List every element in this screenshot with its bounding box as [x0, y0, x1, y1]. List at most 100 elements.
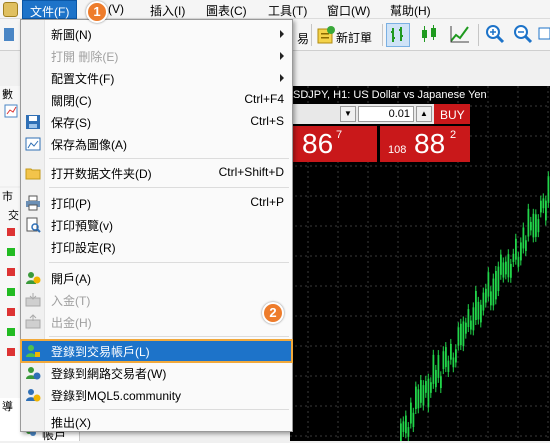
candle-body: [407, 427, 410, 437]
zoom-in-icon: [486, 25, 505, 44]
menu-charts[interactable]: 圖表(C): [206, 2, 247, 19]
candle-body: [500, 254, 502, 275]
web-trader-icon: [26, 367, 41, 380]
menu-item-login-web-trader[interactable]: 登錄到網路交易者(W): [21, 362, 292, 384]
zoom-in-button[interactable]: [484, 23, 506, 47]
open-account-icon: [26, 272, 41, 284]
menu-file[interactable]: 文件(F): [22, 0, 78, 19]
menu-item-close[interactable]: 關閉(C) Ctrl+F4: [21, 89, 292, 111]
menu-window[interactable]: 窗口(W): [327, 2, 370, 19]
menu-insert[interactable]: 插入(I): [150, 2, 185, 19]
menu-item-login-mql5[interactable]: 登錄到MQL5.community: [21, 384, 292, 406]
menu-item-label: 登錄到MQL5.community: [51, 389, 182, 403]
menu-item-open-deleted[interactable]: 打開 刪除(E): [21, 45, 292, 67]
menu-separator: [49, 409, 289, 410]
buy-price-prefix: 108: [388, 144, 407, 156]
candle-body: [410, 402, 412, 424]
menu-item-profiles[interactable]: 配置文件(F): [21, 67, 292, 89]
menu-item-save[interactable]: 保存(S) Ctrl+S: [21, 111, 292, 133]
menu-separator: [49, 158, 289, 159]
menu-item-print[interactable]: 打印(P) Ctrl+P: [21, 192, 292, 214]
menu-item-deposit[interactable]: 入金(T): [21, 289, 292, 311]
zoom-out-button[interactable]: [512, 23, 534, 47]
candle-body: [547, 176, 550, 203]
menu-item-label: 出金(H): [51, 316, 92, 330]
lot-increase-button[interactable]: ▲: [416, 106, 432, 122]
menu-bar: 文件(F) (V) 插入(I) 圖表(C) 工具(T) 窗口(W) 幫助(H): [0, 0, 550, 19]
candle-body: [437, 355, 440, 378]
candle-body: [530, 221, 532, 231]
new-order-button[interactable]: 新訂單: [316, 23, 378, 47]
new-order-icon: [317, 26, 335, 44]
menu-tools[interactable]: 工具(T): [268, 2, 307, 19]
menu-item-label: 打开数据文件夹(D): [51, 167, 152, 181]
menu-item-save-as-picture[interactable]: 保存為圖像(A): [21, 133, 292, 155]
menu-item-label: 登錄到網路交易者(W): [51, 367, 167, 381]
candle-body: [452, 357, 455, 368]
candle-body: [422, 385, 425, 406]
status-dot-icon: [7, 288, 15, 296]
menu-item-label: 推出(X): [51, 416, 91, 430]
menu-item-label: 打印預覽(v): [51, 219, 113, 233]
candle-body: [467, 309, 470, 328]
status-dot-icon: [7, 248, 15, 256]
menu-help[interactable]: 幫助(H): [390, 2, 431, 19]
mql5-community-icon: [26, 389, 41, 402]
file-menu-dropdown: 新圖(N) 打開 刪除(E) 配置文件(F) 關閉(C) Ctrl+F4 保存(…: [20, 19, 293, 432]
candle-body: [480, 304, 482, 323]
menu-item-label: 入金(T): [51, 294, 91, 308]
candle-body: [465, 322, 467, 334]
sell-price-box[interactable]: 86 7: [290, 126, 377, 162]
toolbar-separator: [478, 24, 479, 46]
bar-chart-icon: [391, 27, 403, 42]
status-dot-icon: [7, 348, 15, 356]
bar-chart-button[interactable]: [386, 23, 410, 47]
candle-body: [525, 240, 527, 252]
print-preview-icon: [26, 217, 41, 233]
candle-body: [417, 389, 420, 409]
menu-item-label: 保存為圖像(A): [51, 138, 127, 152]
candle-body: [527, 208, 530, 237]
candle-body: [435, 369, 437, 388]
app-icon[interactable]: [3, 2, 18, 17]
menu-item-shortcut: Ctrl+Shift+D: [218, 165, 284, 179]
candle-body: [412, 412, 415, 428]
candle-body: [427, 378, 430, 408]
tile-windows-button[interactable]: [538, 23, 550, 47]
menu-item-shortcut: Ctrl+S: [250, 114, 284, 128]
menu-separator: [49, 336, 289, 337]
menu-item-open-account[interactable]: 開戶(A): [21, 267, 292, 289]
candle-body: [517, 256, 520, 267]
menu-item-withdraw[interactable]: 出金(H): [21, 311, 292, 333]
candle-body: [492, 278, 495, 306]
toolbar-button-left[interactable]: [2, 23, 16, 47]
candle-body: [535, 214, 537, 237]
status-dot-icon: [7, 328, 15, 336]
menu-item-print-setup[interactable]: 打印設定(R): [21, 236, 292, 258]
menu-item-shortcut: Ctrl+F4: [244, 92, 284, 106]
lot-decrease-button[interactable]: ▼: [340, 106, 356, 122]
candle-body: [497, 266, 500, 292]
candlestick-button[interactable]: [418, 23, 442, 47]
save-picture-icon: [25, 137, 41, 151]
candle-body: [542, 198, 545, 209]
chart-icon: [4, 104, 18, 118]
menu-item-label: 打開 刪除(E): [51, 50, 119, 64]
floppy-disk-icon: [26, 115, 40, 129]
lot-size-input[interactable]: [358, 106, 414, 122]
tile-windows-icon: [538, 27, 550, 40]
menu-view[interactable]: (V): [108, 2, 124, 16]
menu-item-exit[interactable]: 推出(X): [21, 411, 292, 433]
buy-price-box[interactable]: 108 88 2: [380, 126, 470, 162]
candle-body: [400, 423, 402, 441]
candle-body: [442, 351, 445, 370]
menu-item-open-data-folder[interactable]: 打开数据文件夹(D) Ctrl+Shift+D: [21, 162, 292, 184]
candle-body: [502, 262, 505, 278]
candle-body: [430, 382, 432, 393]
menu-item-print-preview[interactable]: 打印預覽(v): [21, 214, 292, 236]
sell-price-sup: 7: [336, 129, 343, 141]
line-chart-button[interactable]: [449, 23, 473, 47]
menu-item-login-trade-account[interactable]: 登錄到交易帳戶(L): [20, 339, 293, 363]
menu-item-new-chart[interactable]: 新圖(N): [21, 23, 292, 45]
submenu-arrow-icon: [280, 52, 284, 60]
